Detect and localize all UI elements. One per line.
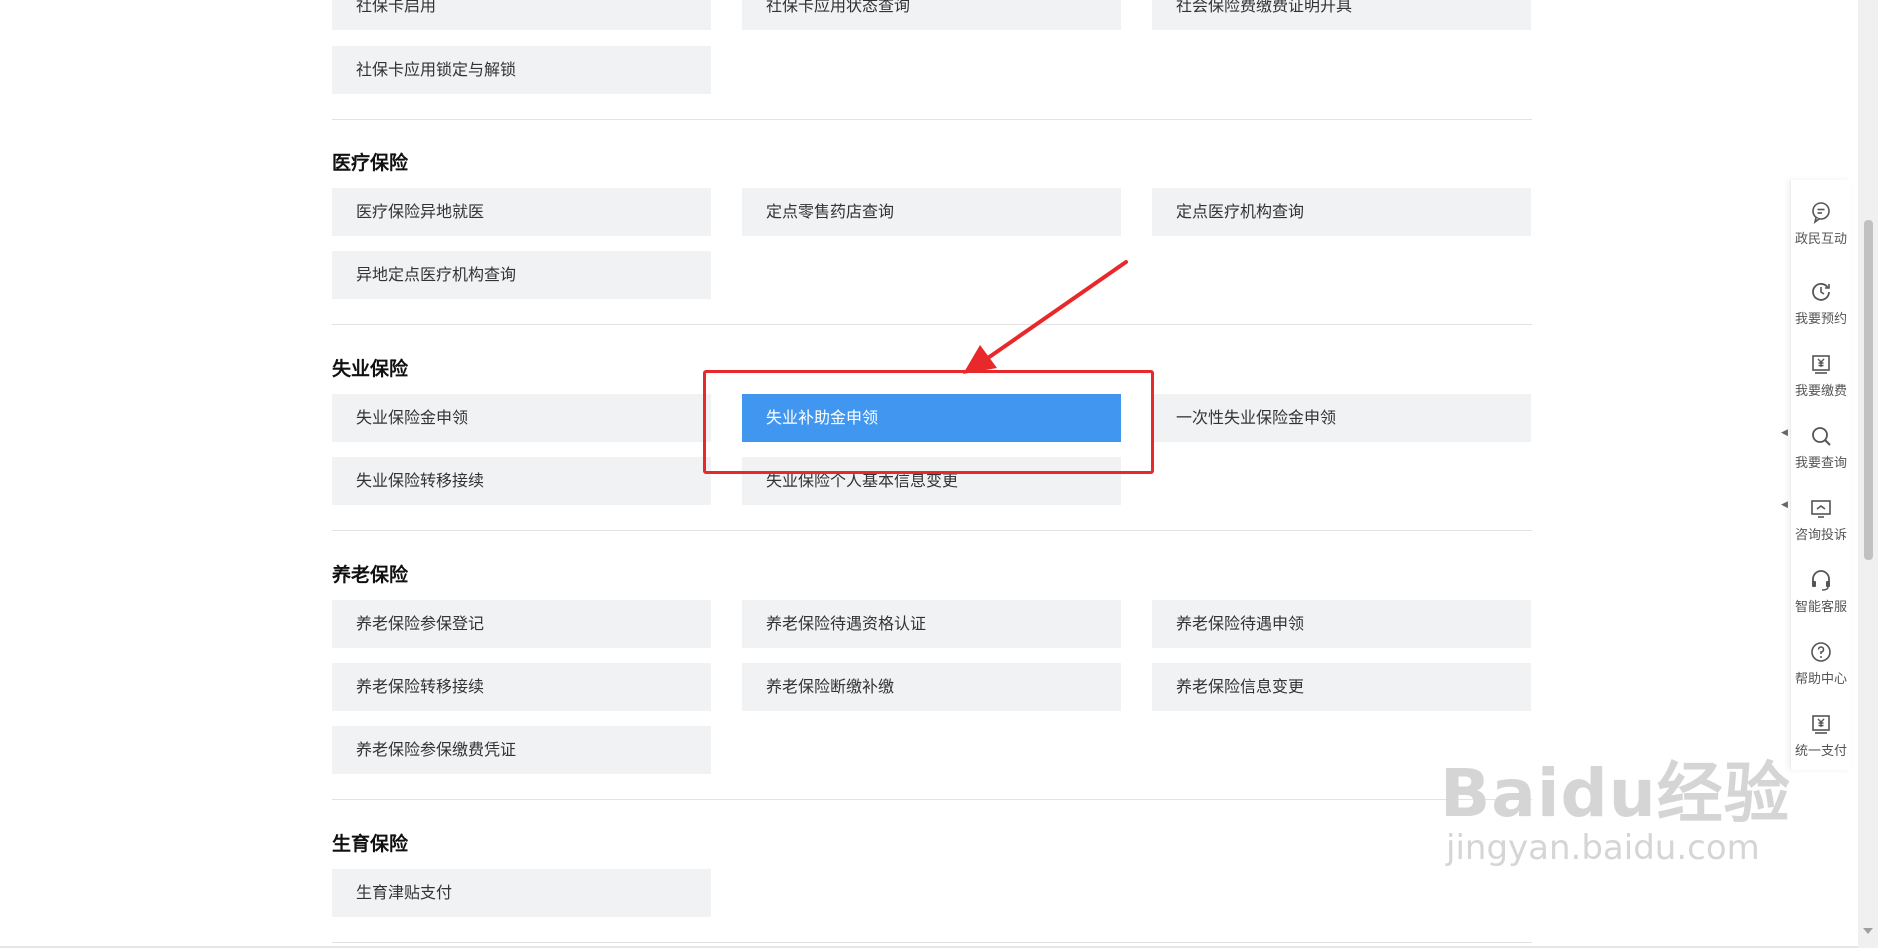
sidebar-item-help[interactable]: 帮助中心 [1791,632,1851,704]
sidebar-item-customer-service[interactable]: 智能客服 [1791,560,1851,632]
caret-left-icon: ◀ [1781,500,1788,510]
baidu-watermark: Baidu经验 jingyan.baidu.com [1440,740,1791,868]
chat-icon [1812,202,1830,224]
sidebar-item-label: 智能客服 [1794,600,1847,615]
watermark-brand: Baidu经验 [1440,755,1791,832]
help-icon [1811,642,1831,662]
sidebar-item-payment[interactable]: 我要缴费 [1791,344,1851,416]
sidebar-item-complaint[interactable]: ◀ 咨询投诉 [1781,488,1851,560]
sidebar-item-label: 我要预约 [1794,312,1847,327]
monitor-icon [1811,500,1831,518]
sidebar-item-label: 我要查询 [1794,456,1847,471]
sidebar-item-label: 咨询投诉 [1794,528,1847,543]
headset-icon [1812,570,1830,591]
caret-left-icon: ◀ [1781,428,1788,438]
sidebar-item-interaction[interactable]: 政民互动 [1791,192,1851,264]
sidebar-item-appointment[interactable]: 我要预约 [1791,272,1851,344]
sidebar-item-label: 政民互动 [1794,232,1847,247]
watermark-url: jingyan.baidu.com [1446,828,1760,868]
scrollbar-thumb[interactable] [1864,220,1873,560]
sidebar-item-label: 统一支付 [1794,744,1847,759]
vertical-scrollbar[interactable] [1858,0,1878,948]
floating-sidebar: 政民互动 我要预约 我要缴费 ◀ 我要查询 ◀ 咨询投诉 智能客服 帮助中心 统… [1781,180,1851,770]
sidebar-item-label: 帮助中心 [1794,672,1847,687]
sidebar-item-query[interactable]: ◀ 我要查询 [1781,416,1851,488]
scroll-down-icon[interactable] [1863,928,1873,934]
clock-icon [1812,283,1830,301]
payment-icon [1812,715,1830,734]
search-icon [1812,427,1831,446]
payment-icon [1812,355,1830,374]
sidebar-item-unified-payment[interactable]: 统一支付 [1791,704,1851,776]
sidebar-item-label: 我要缴费 [1794,384,1847,399]
